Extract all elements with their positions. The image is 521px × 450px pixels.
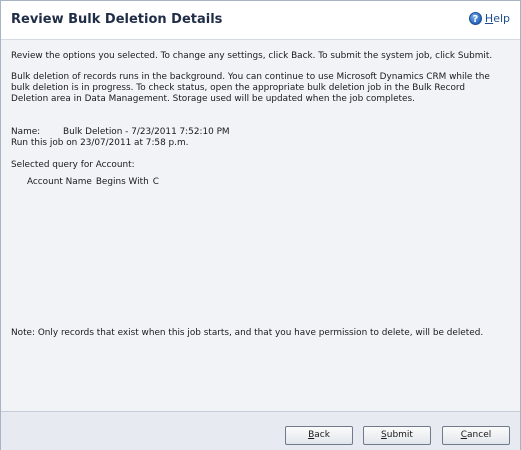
deletion-note: Note: Only records that exist when this … — [11, 328, 484, 338]
job-name-value: Bulk Deletion - 7/23/2011 7:52:10 PM — [63, 127, 230, 137]
dialog-header: Review Bulk Deletion Details ? Help — [1, 1, 520, 40]
back-button[interactable]: Back — [285, 426, 353, 445]
review-content-area: Review the options you selected. To chan… — [1, 40, 520, 411]
run-schedule-text: Run this job on 23/07/2011 at 7:58 p.m. — [11, 138, 189, 148]
dialog-title: Review Bulk Deletion Details — [11, 12, 223, 27]
help-link[interactable]: ? Help — [468, 12, 510, 25]
job-name-row: Name: Bulk Deletion - 7/23/2011 7:52:10 P… — [11, 127, 503, 138]
background-info-line-3: Deletion area in Data Management. Storag… — [11, 94, 415, 104]
query-operator: Begins With — [95, 177, 149, 187]
help-question-icon: ? — [468, 12, 482, 25]
query-field: Account Name — [27, 177, 92, 187]
query-label: Selected query for Account: — [11, 160, 135, 170]
background-info-line-2: bulk deletion is in progress. To check s… — [11, 83, 466, 93]
help-label: Help — [484, 12, 510, 25]
cancel-button[interactable]: Cancel — [442, 426, 510, 445]
query-value: C — [152, 177, 159, 187]
query-condition: Account Name Begins With C — [27, 177, 519, 188]
bulk-deletion-dialog: Review Bulk Deletion Details ? Help Revi… — [0, 0, 521, 450]
job-name-label: Name: — [11, 127, 41, 137]
intro-text: Review the options you selected. To chan… — [11, 51, 493, 61]
background-info-line-1: Bulk deletion of records runs in the bac… — [11, 72, 490, 82]
submit-button[interactable]: Submit — [363, 426, 431, 445]
dialog-footer: Back Submit Cancel — [1, 411, 520, 450]
